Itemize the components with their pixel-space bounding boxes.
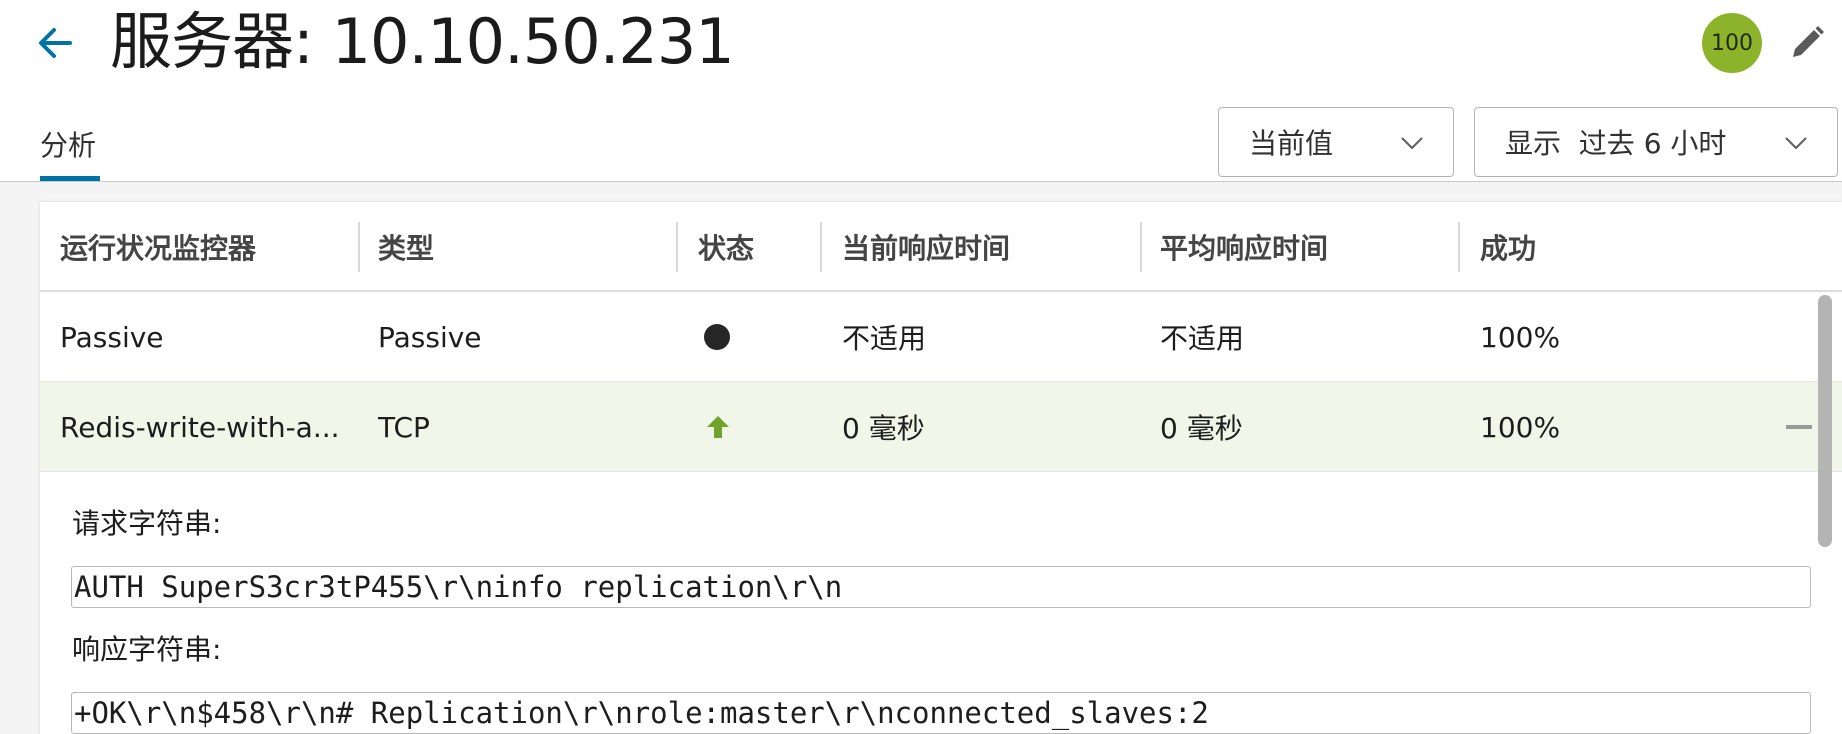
table-scrollbar[interactable]: [1818, 295, 1832, 547]
chevron-down-icon: [1785, 137, 1807, 150]
average-response-time: 0 毫秒: [1160, 412, 1243, 445]
status-dot-icon: [704, 324, 730, 350]
table-row[interactable]: Redis-write-with-a... TCP 0 毫秒 0 毫秒 100%: [40, 382, 1842, 472]
monitor-name: Redis-write-with-a...: [60, 410, 340, 444]
status-cell: [704, 382, 732, 472]
monitor-type: TCP: [378, 410, 430, 444]
active-tab-indicator: [40, 176, 100, 181]
request-string-field[interactable]: AUTH SuperS3cr3tP455\r\ninfo replication…: [71, 566, 1811, 608]
health-score-badge: 100: [1702, 13, 1762, 73]
arrow-left-icon: [39, 28, 72, 58]
page-title: 服务器: 10.10.50.231: [110, 5, 735, 78]
column-header-status[interactable]: 状态: [698, 202, 754, 292]
up-arrow-icon: [707, 416, 729, 438]
success-rate: 100%: [1480, 320, 1561, 354]
tab-analysis[interactable]: 分析: [40, 118, 96, 182]
response-string-label: 响应字符串:: [72, 633, 222, 666]
column-divider[interactable]: [1140, 222, 1142, 272]
row-detail-panel: 请求字符串: AUTH SuperS3cr3tP455\r\ninfo repl…: [40, 472, 1842, 734]
average-response-time: 不适用: [1160, 322, 1245, 355]
time-range-select[interactable]: 显示 过去 6 小时: [1474, 107, 1838, 177]
column-header-current-response[interactable]: 当前响应时间: [842, 202, 1010, 292]
back-button[interactable]: [32, 20, 78, 66]
column-header-monitor[interactable]: 运行状况监控器: [60, 202, 256, 292]
current-response-time: 不适用: [842, 322, 927, 355]
success-rate: 100%: [1480, 410, 1561, 444]
column-header-type[interactable]: 类型: [378, 202, 434, 292]
monitor-name: Passive: [60, 320, 164, 354]
column-header-success[interactable]: 成功: [1480, 202, 1536, 292]
time-range-select-label: 显示 过去 6 小时: [1505, 127, 1727, 160]
monitor-type: Passive: [378, 320, 482, 354]
status-cell: [704, 292, 730, 382]
edit-button[interactable]: [1782, 18, 1832, 68]
page-header: 服务器: 10.10.50.231 100 分析 当前值 显示 过去 6 小时: [0, 0, 1842, 182]
collapse-row-button[interactable]: [1786, 425, 1812, 429]
column-divider[interactable]: [1458, 222, 1460, 272]
current-response-time: 0 毫秒: [842, 412, 925, 445]
table-header: 运行状况监控器 类型 状态 当前响应时间 平均响应时间 成功: [40, 202, 1842, 292]
column-divider[interactable]: [676, 222, 678, 272]
value-type-select-label: 当前值: [1249, 127, 1334, 160]
pencil-icon: [1793, 26, 1824, 57]
column-divider[interactable]: [358, 222, 360, 272]
chevron-down-icon: [1401, 137, 1423, 150]
health-monitor-table: 运行状况监控器 类型 状态 当前响应时间 平均响应时间 成功 Passive P…: [40, 202, 1842, 734]
column-header-average-response[interactable]: 平均响应时间: [1160, 202, 1328, 292]
response-string-field[interactable]: +OK\r\n$458\r\n# Replication\r\nrole:mas…: [71, 692, 1811, 734]
value-type-select[interactable]: 当前值: [1218, 107, 1454, 177]
column-divider[interactable]: [820, 222, 822, 272]
request-string-label: 请求字符串:: [72, 507, 222, 540]
table-row[interactable]: Passive Passive 不适用 不适用 100%: [40, 292, 1842, 382]
